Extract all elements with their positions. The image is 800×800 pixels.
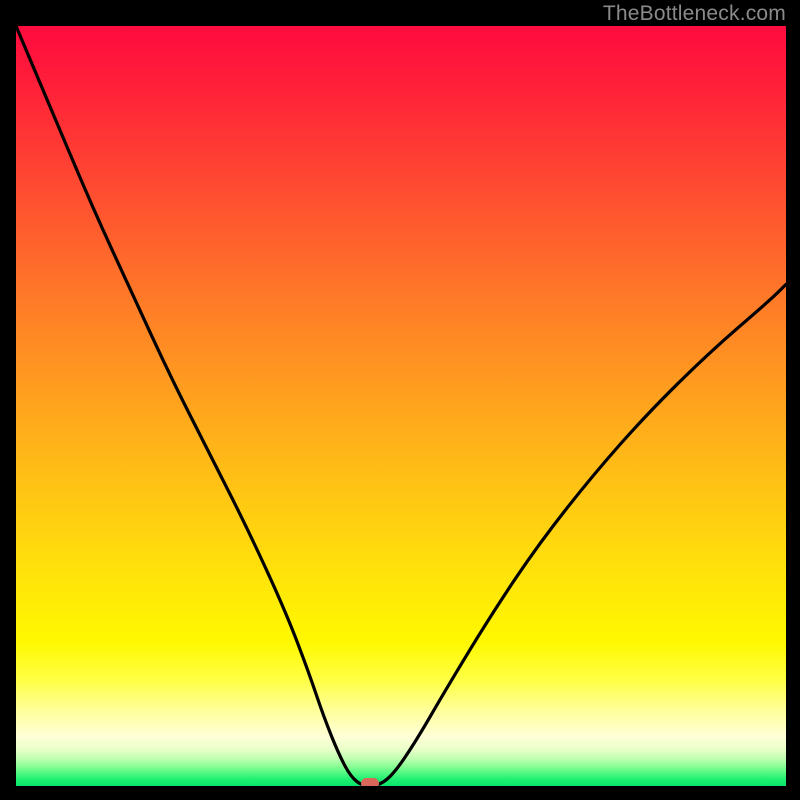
plot-area [16,26,786,786]
optimal-point-marker [361,778,379,786]
watermark-text: TheBottleneck.com [603,2,786,26]
bottleneck-curve [16,26,786,786]
chart-frame: TheBottleneck.com [0,0,800,800]
